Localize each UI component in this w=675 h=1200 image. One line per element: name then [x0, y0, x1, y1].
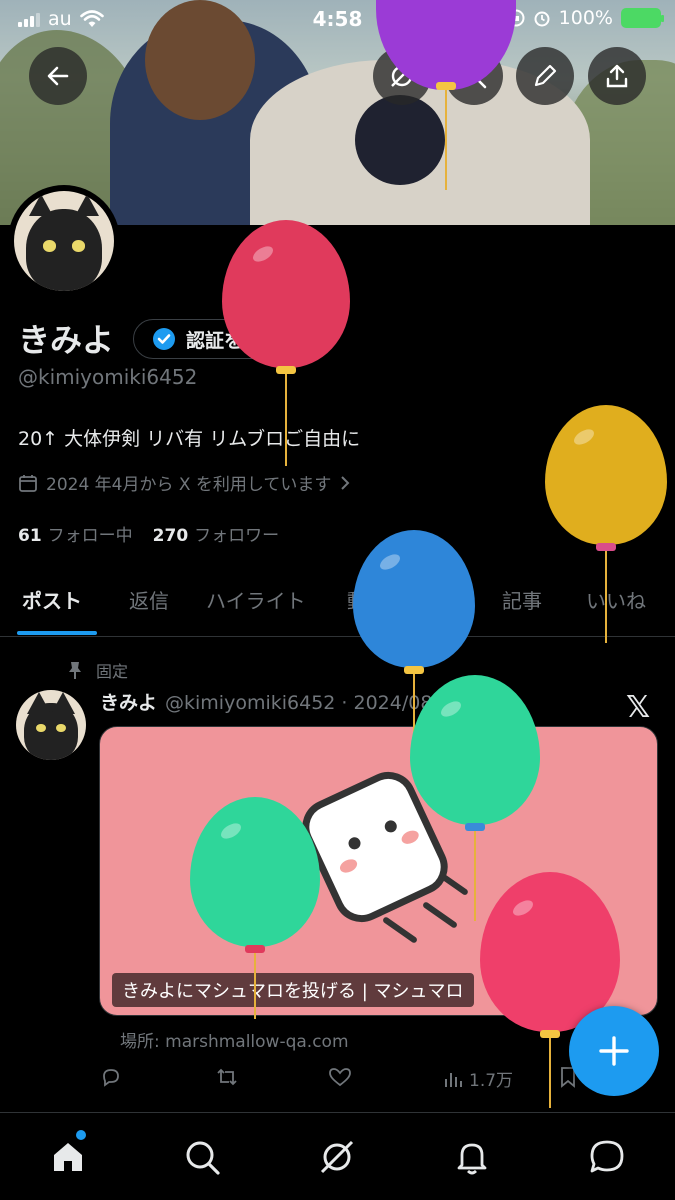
bell-icon [457, 1143, 487, 1175]
verified-badge-icon [153, 328, 175, 350]
followers-label: フォロワー [194, 526, 280, 546]
bottom-navigation [0, 1112, 675, 1200]
following-count: 61 [18, 526, 42, 546]
active-tab-indicator [17, 631, 97, 635]
profile-handle: @kimiyomiki6452 [18, 365, 198, 389]
joined-label: 2024 年4月から X を利用しています [46, 475, 332, 495]
repost-icon [217, 1068, 237, 1086]
profile-avatar[interactable] [8, 185, 120, 297]
nav-search[interactable] [178, 1133, 226, 1181]
back-button[interactable] [29, 47, 87, 105]
status-bar: au 4:58 100% [0, 0, 675, 40]
pinned-indicator: 固定 [66, 658, 128, 682]
grok-icon [320, 1140, 354, 1174]
balloon-green-left [190, 797, 320, 1022]
chevron-right-icon [341, 475, 350, 490]
message-icon [590, 1140, 624, 1173]
battery-icon [621, 8, 664, 28]
share-button[interactable] [588, 47, 646, 105]
balloon-red [222, 220, 352, 470]
profile-name: きみよ [18, 321, 115, 359]
share-icon [606, 64, 628, 88]
following-link[interactable]: 61 フォロー中 [18, 521, 133, 546]
battery-percent: 100% [558, 7, 613, 29]
alarm-icon [534, 11, 550, 27]
search-icon [186, 1141, 220, 1175]
balloon-purple [376, 0, 516, 195]
pencil-icon [534, 64, 557, 87]
calendar-icon [19, 474, 37, 492]
post-author[interactable]: きみよ [100, 692, 157, 714]
arrow-left-icon [47, 66, 69, 86]
balloon-yellow [545, 405, 667, 645]
nav-messages[interactable] [583, 1133, 631, 1181]
heart-icon [329, 1068, 351, 1087]
post-avatar[interactable] [16, 690, 86, 760]
x-logo-icon: 𝕏 [626, 690, 651, 725]
plus-icon [599, 1036, 629, 1066]
pin-icon [69, 662, 81, 679]
compose-button[interactable] [569, 1006, 659, 1096]
views-icon [445, 1072, 462, 1087]
followers-link[interactable]: 270 フォロワー [153, 521, 280, 546]
edit-button[interactable] [516, 47, 574, 105]
followers-count: 270 [152, 526, 189, 546]
joined-date[interactable]: 2024 年4月から X を利用しています [18, 470, 351, 495]
reply-button[interactable] [100, 1066, 122, 1088]
card-site[interactable]: 場所: marshmallow-qa.com [120, 1027, 349, 1052]
nav-home[interactable] [44, 1133, 92, 1181]
tab-posts[interactable]: ポスト [22, 585, 82, 614]
reply-icon [103, 1069, 119, 1087]
tab-articles[interactable]: 記事 [502, 585, 542, 614]
repost-button[interactable] [215, 1066, 239, 1088]
tab-replies[interactable]: 返信 [129, 585, 169, 614]
following-label: フォロー中 [47, 526, 133, 546]
home-unread-dot [76, 1130, 86, 1140]
nav-grok[interactable] [313, 1133, 361, 1181]
home-icon [54, 1143, 82, 1171]
tab-highlights[interactable]: ハイライト [206, 585, 306, 614]
nav-notifications[interactable] [448, 1133, 496, 1181]
like-button[interactable] [328, 1066, 352, 1088]
pinned-label: 固定 [96, 662, 129, 681]
